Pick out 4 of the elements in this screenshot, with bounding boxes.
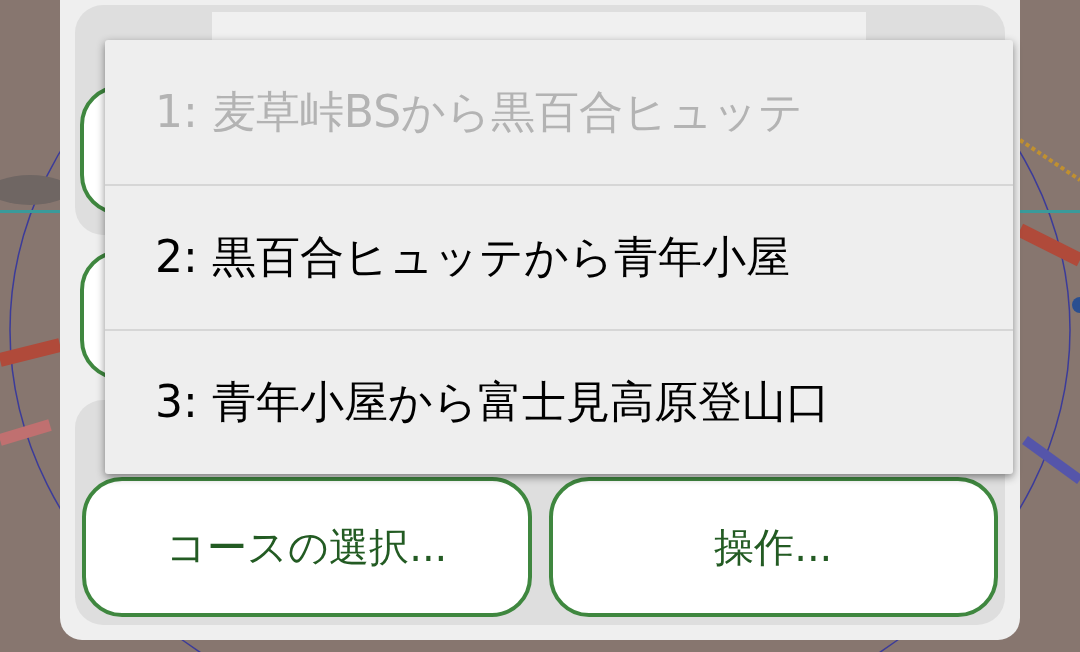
menu-button[interactable]: コースの選択... — [82, 477, 532, 617]
menu-item[interactable]: 3: 青年小屋から富士見高原登山口 — [105, 329, 1013, 474]
menu-item[interactable]: 2: 黒百合ヒュッテから青年小屋 — [105, 184, 1013, 329]
menu-button[interactable]: 操作... — [548, 477, 998, 617]
